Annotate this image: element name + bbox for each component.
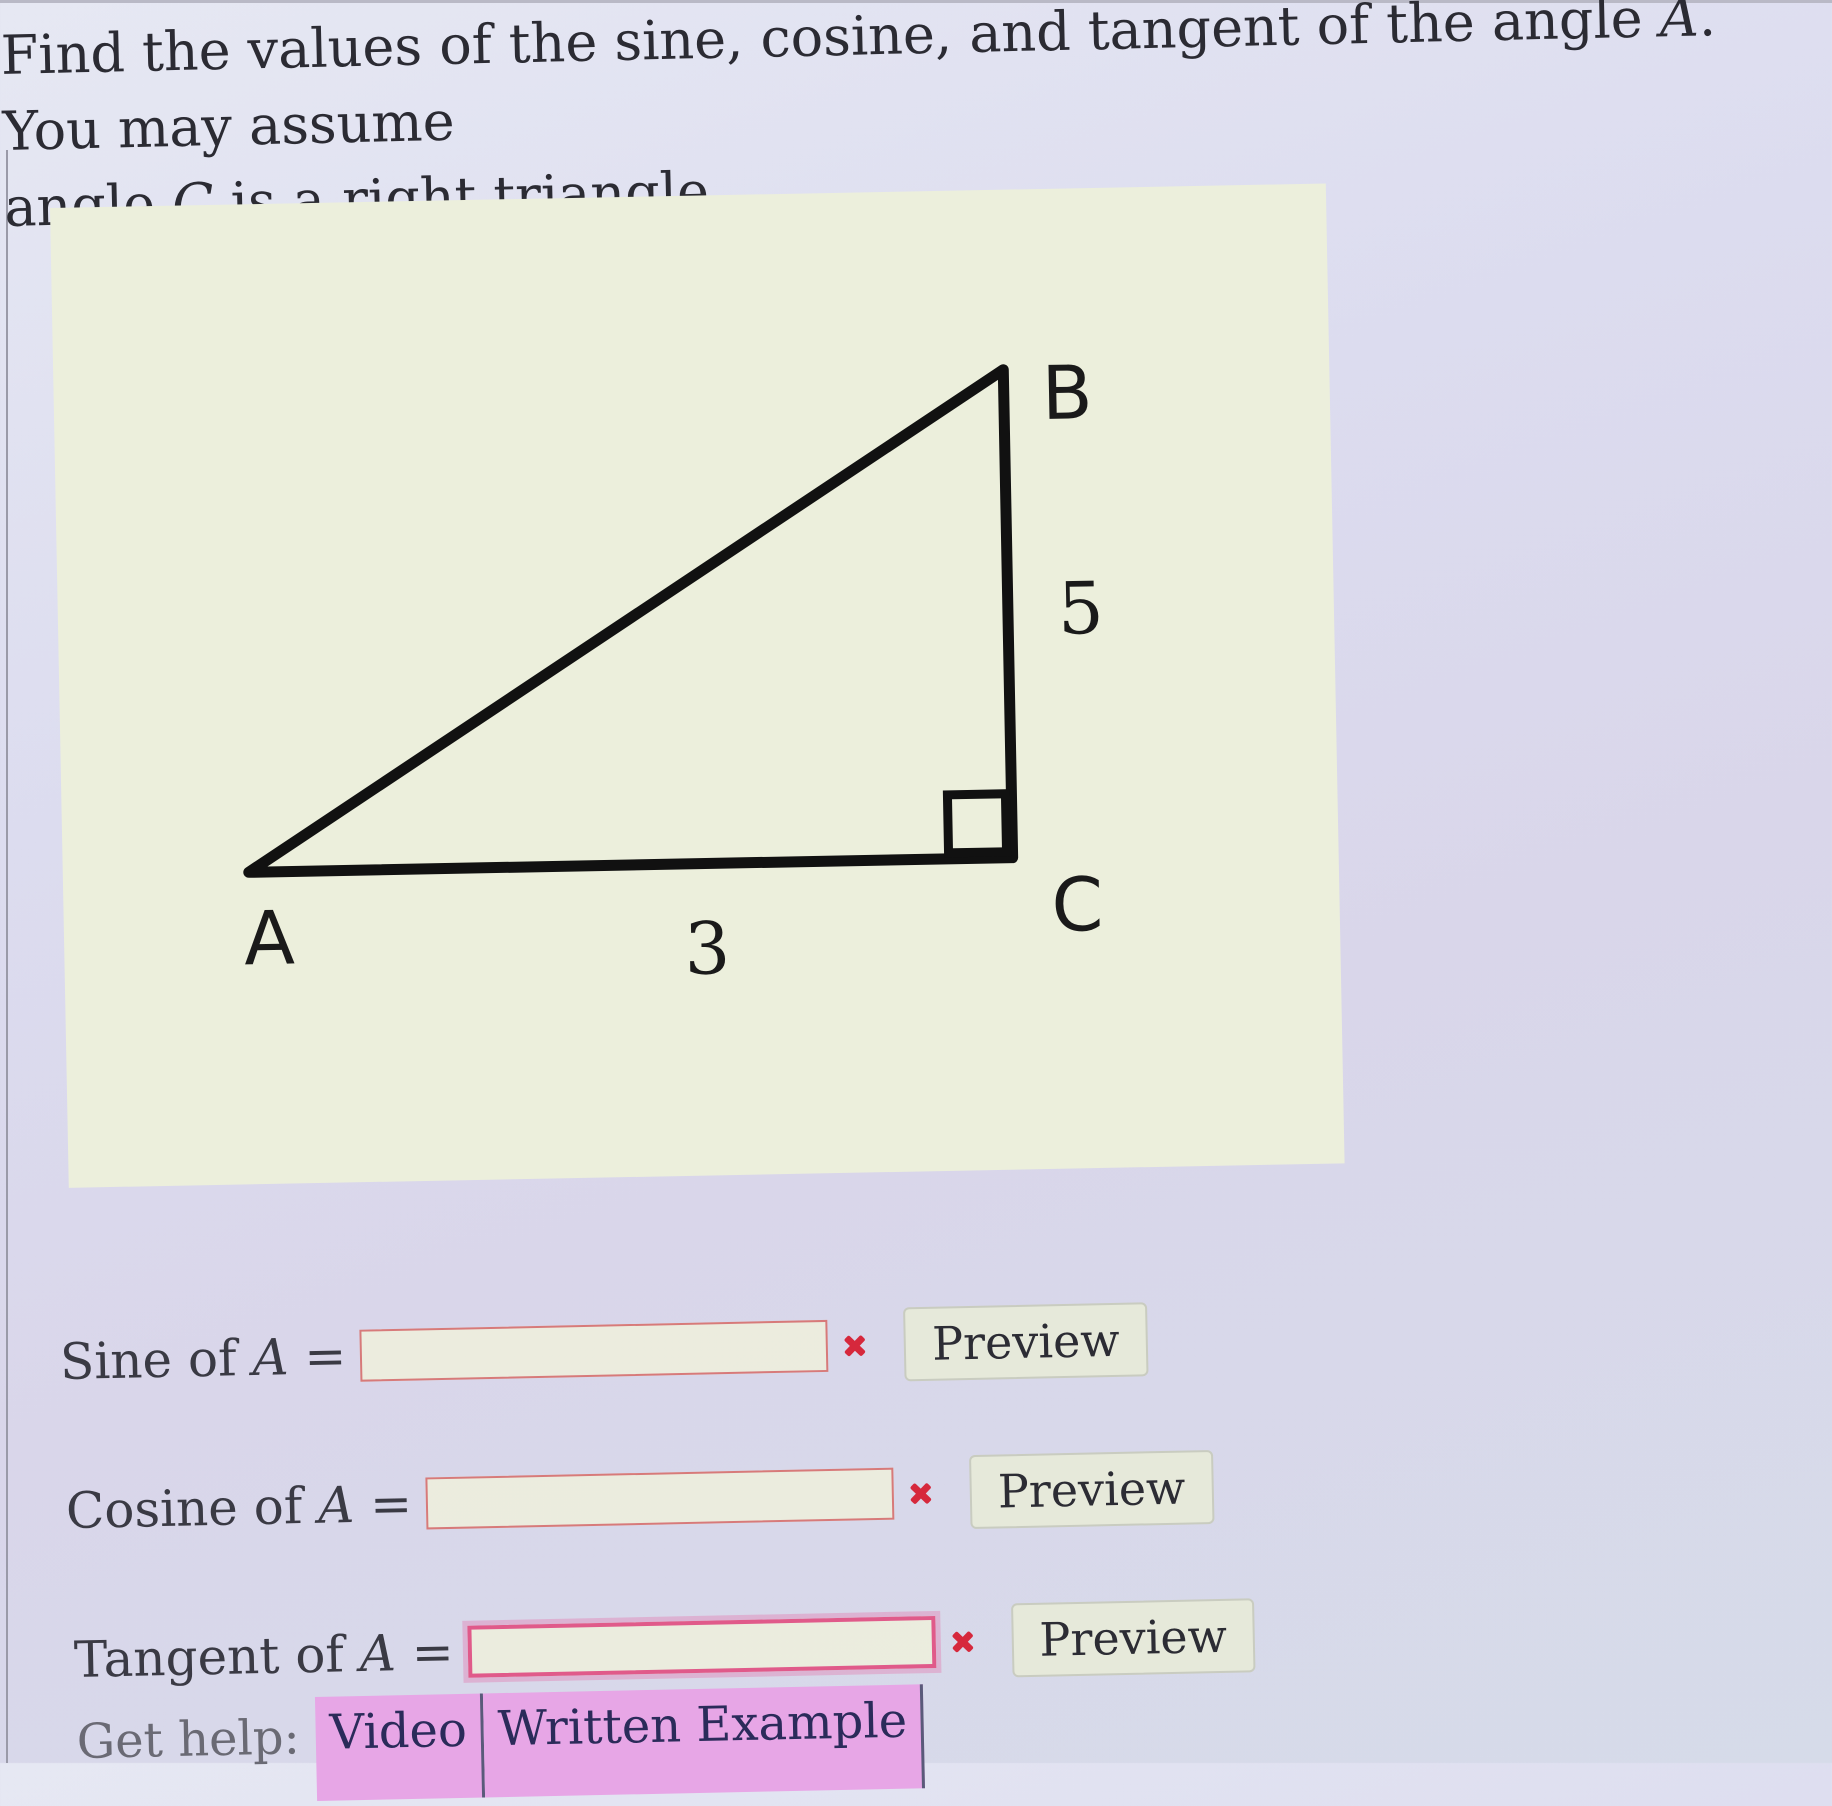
x-mark-icon [840, 1330, 871, 1361]
triangle-shape [243, 364, 1019, 878]
sine-input[interactable] [359, 1319, 829, 1382]
x-mark-icon [947, 1626, 978, 1657]
side-bc-label: 5 [1057, 566, 1104, 651]
tangent-preview-button[interactable]: Preview [1010, 1598, 1256, 1678]
tangent-label-var: A [359, 1624, 397, 1684]
triangle-diagram: A B C 3 5 [243, 350, 1104, 991]
sine-label-var: A [251, 1328, 290, 1387]
cosine-answer-row: Cosine of A = Preview [65, 1449, 1215, 1548]
help-links: Get help: Video Written Example [76, 1684, 926, 1806]
sine-label: Sine of A = [59, 1327, 346, 1391]
tangent-label-text: Tangent of [73, 1625, 361, 1689]
x-mark-icon [906, 1478, 937, 1509]
tangent-answer-row: Tangent of A = Preview [73, 1598, 1256, 1697]
vertex-b-label: B [1041, 350, 1093, 437]
sine-answer-row: Sine of A = Preview [59, 1302, 1149, 1399]
tangent-input[interactable] [467, 1615, 937, 1678]
vertex-c-label: C [1051, 862, 1104, 949]
cosine-input[interactable] [425, 1467, 895, 1530]
question-var-a: A [1659, 0, 1700, 50]
tangent-label-equals: = [395, 1623, 455, 1683]
right-angle-marker [942, 789, 1012, 858]
video-help-link[interactable]: Video [314, 1693, 486, 1801]
cosine-label-equals: = [353, 1474, 413, 1534]
cosine-label-text: Cosine of [65, 1476, 319, 1540]
sine-preview-button[interactable]: Preview [903, 1302, 1149, 1382]
cosine-label-var: A [317, 1475, 355, 1535]
get-help-label: Get help: [76, 1709, 301, 1770]
written-example-help-link[interactable]: Written Example [482, 1684, 926, 1798]
cosine-preview-button[interactable]: Preview [969, 1449, 1215, 1530]
left-border [6, 150, 8, 1763]
vertex-a-label: A [243, 895, 296, 982]
cosine-label: Cosine of A = [65, 1475, 412, 1540]
triangle-figure: A B C 3 5 [50, 183, 1345, 1188]
question-text-1: Find the values of the sine, cosine, and… [0, 0, 1661, 87]
side-ac-label: 3 [684, 906, 731, 991]
tangent-label: Tangent of A = [73, 1623, 454, 1689]
sine-label-text: Sine of [59, 1328, 254, 1391]
sine-label-equals: = [287, 1327, 347, 1387]
